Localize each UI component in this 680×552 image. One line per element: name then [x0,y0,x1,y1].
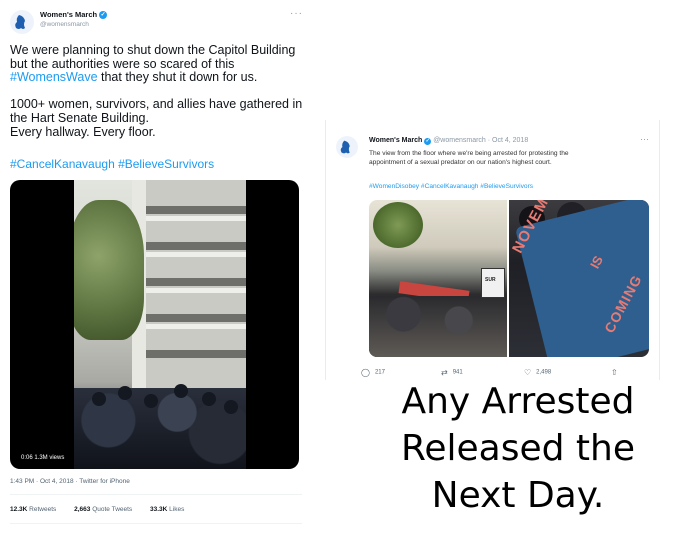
video-frame [74,180,246,469]
display-name[interactable]: Women's March ✓ [40,10,108,20]
womens-march-logo-icon [10,10,34,34]
crowd-head [202,392,216,406]
reply-icon: ◯ [361,368,370,377]
tweet-text-line: We were planning to shut down the Capito… [10,43,296,57]
more-horizontal-icon[interactable]: ··· [290,8,303,19]
tweet-text-line: appointment of a sexual predator on our … [369,159,552,166]
atrium-tree [373,202,423,248]
tweet-text-line: 1000+ women, survivors, and allies have … [10,97,303,112]
reply-button[interactable]: ◯ 217 [361,368,385,377]
like-icon: ♡ [524,368,532,377]
crowd-head [144,394,158,408]
tweet-text-line: Every hallway. Every floor. [10,124,156,139]
quote-tweets-count[interactable]: 2,663 Quote Tweets [74,506,140,513]
handle-date[interactable]: @womensmarch · Oct 4, 2018 [433,137,528,144]
crowd-head [174,384,188,398]
tweet-text-line: The view from the floor where we're bein… [369,150,569,157]
divider [10,494,302,495]
more-horizontal-icon[interactable]: ··· [640,134,649,144]
atrium-floor [144,350,246,358]
atrium-floor [144,278,246,286]
likes-count[interactable]: 33.3K Likes [150,506,192,513]
tweet-text-line: but the authorities were so scared of th… [10,56,235,71]
display-name[interactable]: Women's March ✓ @womensmarch · Oct 4, 20… [369,137,528,145]
left-tweet: Women's March ✓ @womensmarch ··· We were … [0,0,312,552]
video-view-count: 0:06 1.3M views [18,454,68,462]
protest-sign [481,268,505,298]
verified-badge-icon: ✓ [424,138,432,145]
overlay-caption: Any Arrested Released the Next Day. [388,378,648,519]
atrium-balcony [144,324,246,329]
retweets-count[interactable]: 12.3K Retweets [10,506,64,513]
handle[interactable]: @womensmarch [40,21,89,28]
atrium-balcony [144,252,246,257]
hashtags[interactable]: #WomenDisobey #CancelKavanaugh #BelieveS… [369,183,533,190]
video-player[interactable]: 0:06 1.3M views [10,180,299,469]
tweet-text-line: the Hart Senate Building. [10,110,149,125]
like-button[interactable]: ♡ 2,498 [524,368,551,377]
tweet-text: We were planning to shut down the Capito… [10,43,310,139]
tweet-timestamp[interactable]: 1:43 PM · Oct 4, 2018 · Twitter for iPho… [10,478,130,485]
crowd-head [118,386,132,400]
retweet-icon: ⇄ [441,368,448,377]
photo-banner[interactable]: NOVEMBER IS COMING [509,200,649,357]
seated-protesters [369,296,507,357]
atrium-floor [144,314,246,322]
hashtags[interactable]: #CancelKanavaugh #BelieveSurvivors [10,157,214,171]
retweet-button[interactable]: ⇄ 941 [441,368,463,377]
protest-sign-text: SUR [485,277,496,283]
avatar[interactable] [10,10,34,34]
share-icon: ⇧ [611,368,618,377]
atrium-balcony [144,288,246,293]
womens-march-logo-icon [336,136,358,158]
atrium-floor [144,206,246,214]
engagement-counts: 12.3K Retweets 2,663 Quote Tweets 33.3K … [10,506,200,513]
photo-protest-floor[interactable]: SUR [369,200,507,357]
caption-line: Next Day. [431,475,605,516]
tweet-text-line: #WomensWave that they shut it down for u… [10,70,258,85]
tweet-text: The view from the floor where we're bein… [369,149,649,167]
verified-badge-icon: ✓ [99,11,108,20]
share-button[interactable]: ⇧ [611,368,623,377]
divider [10,523,302,524]
avatar[interactable] [336,136,358,158]
atrium-floor [144,242,246,250]
atrium-balcony [144,216,246,221]
photo-grid[interactable]: SUR NOVEMBER IS COMING [369,200,649,357]
right-tweet: Women's March ✓ @womensmarch · Oct 4, 20… [325,120,660,380]
crowd-head [92,392,106,406]
hashtag-link[interactable]: #WomensWave [10,70,98,84]
atrium-tree [74,200,144,340]
caption-line: Any Arrested [401,381,635,422]
caption-line: Released the [400,428,636,469]
crowd-head [224,400,238,414]
atrium-building [144,180,246,410]
